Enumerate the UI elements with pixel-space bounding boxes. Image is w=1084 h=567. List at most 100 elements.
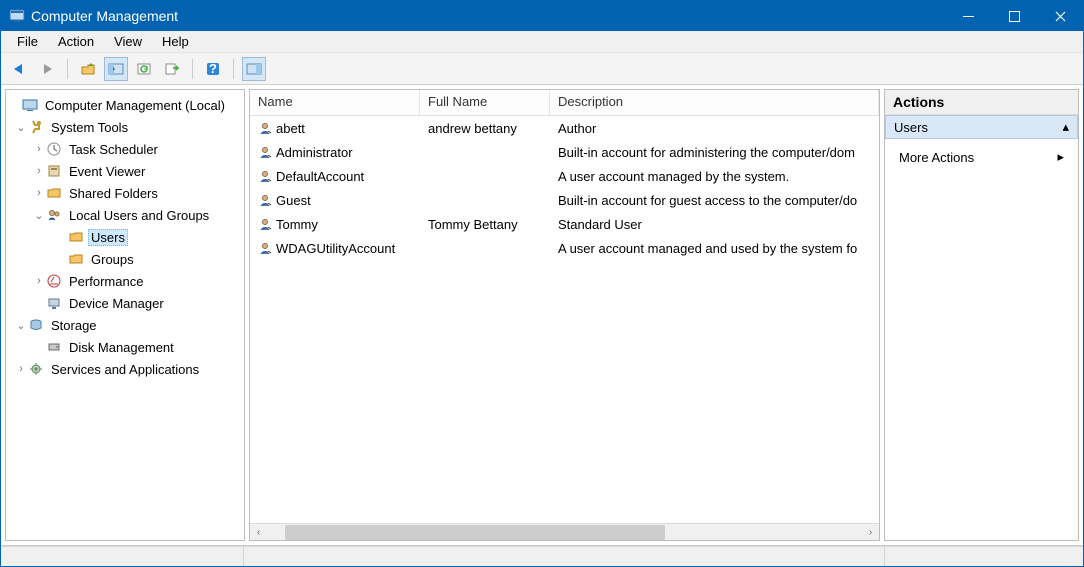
computer-management-icon: [22, 97, 38, 113]
maximize-button[interactable]: [991, 1, 1037, 31]
more-actions[interactable]: More Actions ▸: [895, 145, 1068, 169]
task-scheduler-icon: [46, 141, 62, 157]
show-hide-actions-button[interactable]: [242, 57, 266, 81]
collapse-icon[interactable]: ⌄: [14, 121, 28, 134]
list-item[interactable]: Tommy Tommy Bettany Standard User: [250, 212, 879, 236]
actions-title: Actions: [885, 90, 1078, 115]
collapse-icon[interactable]: ▴: [1062, 119, 1069, 135]
actions-context[interactable]: Users ▴: [885, 115, 1078, 139]
menu-file[interactable]: File: [7, 32, 48, 51]
up-button[interactable]: [76, 57, 100, 81]
details-pane: Name Full Name Description abett andrew …: [249, 89, 880, 541]
expand-icon[interactable]: ›: [14, 363, 28, 375]
show-hide-tree-button[interactable]: [104, 57, 128, 81]
list-item[interactable]: Administrator Built-in account for admin…: [250, 140, 879, 164]
list-item[interactable]: WDAGUtilityAccount A user account manage…: [250, 236, 879, 260]
tree-label: Local Users and Groups: [66, 207, 212, 224]
cell-name: DefaultAccount: [276, 169, 364, 184]
app-icon: [9, 8, 25, 24]
list-item[interactable]: Guest Built-in account for guest access …: [250, 188, 879, 212]
cell-description: A user account managed by the system.: [550, 167, 879, 186]
tree-label: Performance: [66, 273, 146, 290]
user-icon: [258, 193, 272, 207]
user-icon: [258, 169, 272, 183]
minimize-button[interactable]: [945, 1, 991, 31]
tree-performance[interactable]: › Performance: [6, 270, 244, 292]
expand-icon[interactable]: ›: [32, 275, 46, 287]
close-button[interactable]: [1037, 1, 1083, 31]
toolbar-separator: [233, 59, 234, 79]
tree-label: Shared Folders: [66, 185, 161, 202]
cell-fullname: [420, 198, 550, 202]
expand-icon[interactable]: ›: [32, 143, 46, 155]
tree-event-viewer[interactable]: › Event Viewer: [6, 160, 244, 182]
user-icon: [258, 241, 272, 255]
disk-management-icon: [46, 339, 62, 355]
actions-list: More Actions ▸: [885, 139, 1078, 175]
expand-icon[interactable]: ›: [32, 165, 46, 177]
shared-folders-icon: [46, 185, 62, 201]
list-item[interactable]: DefaultAccount A user account managed by…: [250, 164, 879, 188]
system-tools-icon: [28, 119, 44, 135]
column-name[interactable]: Name: [250, 90, 420, 115]
column-full-name[interactable]: Full Name: [420, 90, 550, 115]
tree-device-manager[interactable]: Device Manager: [6, 292, 244, 314]
expand-icon[interactable]: ›: [32, 187, 46, 199]
collapse-icon[interactable]: ⌄: [32, 209, 46, 222]
tree-system-tools[interactable]: ⌄ System Tools: [6, 116, 244, 138]
tree-groups[interactable]: Groups: [6, 248, 244, 270]
event-viewer-icon: [46, 163, 62, 179]
refresh-button[interactable]: [132, 57, 156, 81]
scroll-right-icon[interactable]: ›: [862, 527, 879, 538]
user-icon: [258, 121, 272, 135]
tree-label: Users: [88, 229, 128, 246]
tree-label: Task Scheduler: [66, 141, 161, 158]
svg-text:?: ?: [209, 61, 217, 76]
tree-storage[interactable]: ⌄ Storage: [6, 314, 244, 336]
user-icon: [258, 217, 272, 231]
tree-shared-folders[interactable]: › Shared Folders: [6, 182, 244, 204]
cell-name: abett: [276, 121, 305, 136]
cell-name: WDAGUtilityAccount: [276, 241, 395, 256]
back-button[interactable]: [7, 57, 31, 81]
tree-label: Disk Management: [66, 339, 177, 356]
horizontal-scrollbar[interactable]: ‹ ›: [250, 523, 879, 540]
tree-label: Services and Applications: [48, 361, 202, 378]
list-item[interactable]: abett andrew bettany Author: [250, 116, 879, 140]
more-actions-label: More Actions: [899, 150, 974, 165]
menu-bar: File Action View Help: [1, 31, 1083, 53]
storage-icon: [28, 317, 44, 333]
menu-action[interactable]: Action: [48, 32, 104, 51]
folder-icon: [68, 229, 84, 245]
cell-fullname: [420, 174, 550, 178]
toolbar-separator: [192, 59, 193, 79]
actions-pane: Actions Users ▴ More Actions ▸: [884, 89, 1079, 541]
forward-button[interactable]: [35, 57, 59, 81]
tree-task-scheduler[interactable]: › Task Scheduler: [6, 138, 244, 160]
collapse-icon[interactable]: ⌄: [14, 319, 28, 332]
window-title: Computer Management: [31, 8, 945, 24]
tree-services-apps[interactable]: › Services and Applications: [6, 358, 244, 380]
cell-description: Built-in account for guest access to the…: [550, 191, 879, 210]
cell-fullname: [420, 150, 550, 154]
help-button[interactable]: ?: [201, 57, 225, 81]
cell-fullname: [420, 246, 550, 250]
cell-name: Administrator: [276, 145, 353, 160]
tree-label: Device Manager: [66, 295, 167, 312]
user-list[interactable]: abett andrew bettany Author Administrato…: [250, 116, 879, 523]
title-bar: Computer Management: [1, 1, 1083, 31]
cell-description: Standard User: [550, 215, 879, 234]
scrollbar-thumb[interactable]: [285, 525, 665, 540]
scroll-left-icon[interactable]: ‹: [250, 527, 267, 538]
menu-help[interactable]: Help: [152, 32, 199, 51]
column-description[interactable]: Description: [550, 90, 879, 115]
console-tree[interactable]: Computer Management (Local) ⌄ System Too…: [5, 89, 245, 541]
tree-local-users-groups[interactable]: ⌄ Local Users and Groups: [6, 204, 244, 226]
tree-users[interactable]: Users: [6, 226, 244, 248]
performance-icon: [46, 273, 62, 289]
tree-label: Groups: [88, 251, 137, 268]
tree-disk-management[interactable]: Disk Management: [6, 336, 244, 358]
menu-view[interactable]: View: [104, 32, 152, 51]
export-list-button[interactable]: [160, 57, 184, 81]
tree-root[interactable]: Computer Management (Local): [6, 94, 244, 116]
